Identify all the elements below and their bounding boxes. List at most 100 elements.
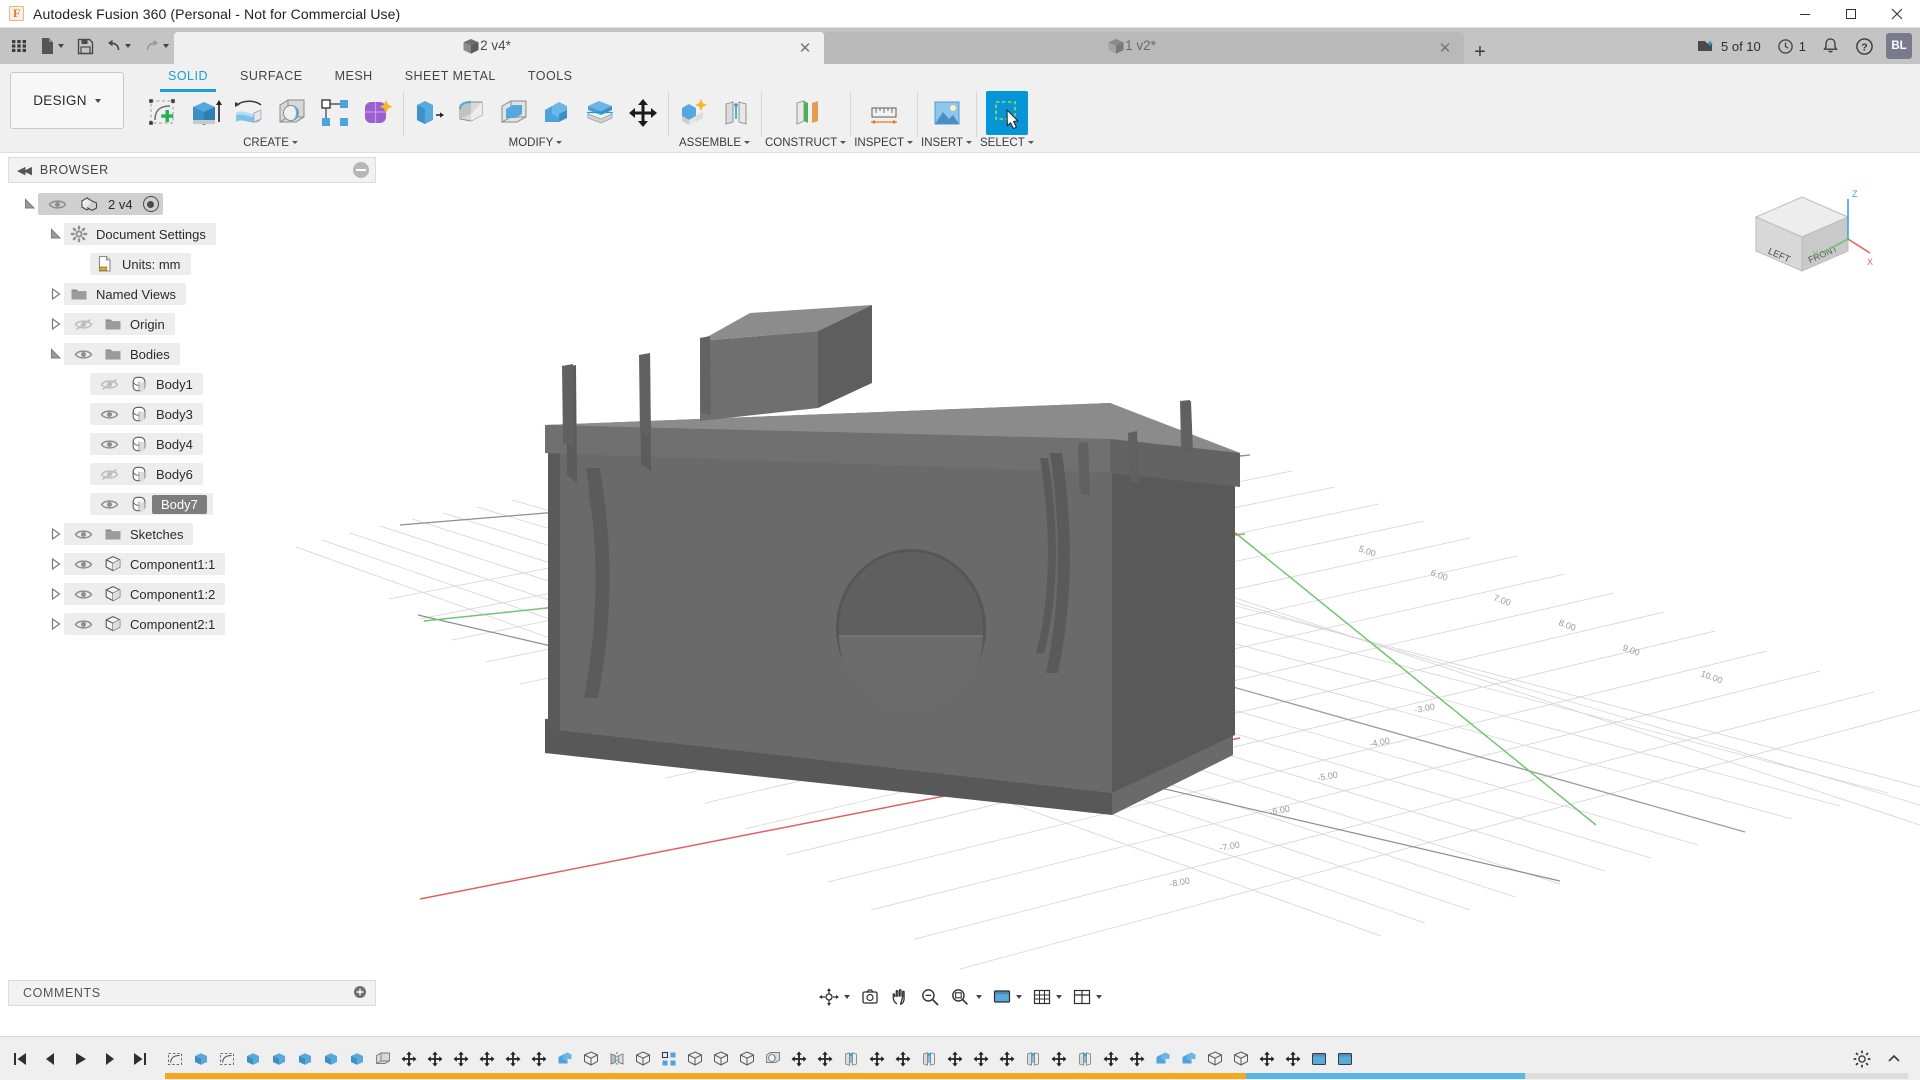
browser-item-pill[interactable]: Document Settings: [64, 223, 216, 245]
timeline-feature-29[interactable]: [916, 1044, 941, 1074]
browser-item-pill[interactable]: Bodies: [64, 343, 180, 365]
select-panel-dropdown[interactable]: SELECT: [980, 135, 1034, 151]
visibility-toggle[interactable]: [96, 429, 122, 459]
timeline-feature-3[interactable]: [240, 1044, 265, 1074]
visibility-toggle[interactable]: [96, 459, 122, 489]
timeline-scrollbar[interactable]: [165, 1073, 1908, 1079]
tree-expanded-arrow-icon[interactable]: [50, 348, 62, 360]
tree-arrow[interactable]: [22, 189, 38, 219]
modify-panel-dropdown[interactable]: MODIFY: [509, 135, 563, 151]
browser-tree-item[interactable]: Units: mm: [8, 249, 376, 279]
joint-button[interactable]: [715, 91, 757, 135]
timeline-feature-43[interactable]: [1280, 1044, 1305, 1074]
browser-item-pill[interactable]: Origin: [64, 313, 175, 335]
eye-hidden-icon[interactable]: [100, 467, 119, 482]
timeline-feature-36[interactable]: [1098, 1044, 1123, 1074]
construct-panel-dropdown[interactable]: CONSTRUCT: [765, 135, 847, 151]
tree-collapsed-arrow-icon[interactable]: [50, 588, 62, 600]
browser-item-pill[interactable]: Body7: [90, 493, 213, 515]
hole-button[interactable]: [271, 91, 313, 135]
browser-item-pill[interactable]: Body4: [90, 433, 203, 455]
eye-visible-icon[interactable]: [74, 587, 93, 602]
visibility-toggle[interactable]: [70, 339, 96, 369]
browser-tree-item[interactable]: Document Settings: [8, 219, 376, 249]
timeline-feature-20[interactable]: [682, 1044, 707, 1074]
browser-item-pill[interactable]: Body1: [90, 373, 203, 395]
pattern-button[interactable]: [314, 91, 356, 135]
timeline-play-button[interactable]: [66, 1044, 94, 1074]
timeline-feature-27[interactable]: [864, 1044, 889, 1074]
app-grid-icon[interactable]: [6, 32, 32, 60]
tree-arrow[interactable]: [48, 579, 64, 609]
create-form-button[interactable]: [357, 91, 399, 135]
timeline-feature-34[interactable]: [1046, 1044, 1071, 1074]
browser-item-pill[interactable]: Named Views: [64, 283, 186, 305]
browser-tree-item[interactable]: Bodies: [8, 339, 376, 369]
tree-collapsed-arrow-icon[interactable]: [50, 618, 62, 630]
split-face-button[interactable]: [579, 91, 621, 135]
document-tab-close-icon[interactable]: ✕: [1436, 39, 1454, 57]
timeline-feature-40[interactable]: [1202, 1044, 1227, 1074]
browser-tree-item[interactable]: Named Views: [8, 279, 376, 309]
timeline-feature-7[interactable]: [344, 1044, 369, 1074]
comments-panel[interactable]: COMMENTS: [8, 980, 376, 1006]
timeline-feature-42[interactable]: [1254, 1044, 1279, 1074]
browser-tree-item[interactable]: Sketches: [8, 519, 376, 549]
timeline-feature-38[interactable]: [1150, 1044, 1175, 1074]
notifications-button[interactable]: [1814, 28, 1847, 64]
timeline-feature-6[interactable]: [318, 1044, 343, 1074]
browser-tree-item[interactable]: Body1: [8, 369, 376, 399]
eye-visible-icon[interactable]: [74, 617, 93, 632]
timeline-feature-26[interactable]: [838, 1044, 863, 1074]
browser-item-pill[interactable]: Component2:1: [64, 613, 226, 635]
browser-tree-item[interactable]: Body6: [8, 459, 376, 489]
visibility-toggle[interactable]: [70, 309, 96, 339]
visibility-toggle[interactable]: [70, 609, 96, 639]
fillet-button[interactable]: [450, 91, 492, 135]
browser-tree-item[interactable]: Body7: [8, 489, 376, 519]
grid-snaps-button[interactable]: [1028, 982, 1066, 1012]
tree-arrow[interactable]: [48, 219, 64, 249]
shell-button[interactable]: [493, 91, 535, 135]
look-at-button[interactable]: [856, 982, 884, 1012]
tree-arrow[interactable]: [48, 519, 64, 549]
undo-icon[interactable]: [100, 32, 136, 60]
timeline-feature-28[interactable]: [890, 1044, 915, 1074]
timeline-feature-39[interactable]: [1176, 1044, 1201, 1074]
move-copy-button[interactable]: [622, 91, 664, 135]
ribbon-tab-sheet-metal[interactable]: SHEET METAL: [389, 67, 512, 89]
avatar[interactable]: BL: [1886, 33, 1912, 59]
timeline-begin-button[interactable]: [6, 1044, 34, 1074]
ribbon-tab-surface[interactable]: SURFACE: [224, 67, 319, 89]
eye-hidden-icon[interactable]: [74, 317, 93, 332]
document-tab-1[interactable]: 1 v2* ✕: [824, 32, 1464, 64]
timeline-feature-8[interactable]: [370, 1044, 395, 1074]
tree-arrow[interactable]: [48, 609, 64, 639]
redo-icon[interactable]: [138, 32, 174, 60]
browser-item-pill[interactable]: Component1:2: [64, 583, 226, 605]
visibility-toggle[interactable]: [70, 579, 96, 609]
timeline-feature-5[interactable]: [292, 1044, 317, 1074]
viewports-button[interactable]: [1068, 982, 1106, 1012]
tree-arrow[interactable]: [48, 279, 64, 309]
browser-item-pill[interactable]: Body3: [90, 403, 203, 425]
timeline-feature-21[interactable]: [708, 1044, 733, 1074]
browser-item-pill[interactable]: Body6: [90, 463, 203, 485]
tree-arrow[interactable]: [48, 309, 64, 339]
visibility-toggle[interactable]: [96, 369, 122, 399]
orbit-button[interactable]: [814, 982, 854, 1012]
timeline-feature-2[interactable]: [214, 1044, 239, 1074]
browser-item-pill[interactable]: Sketches: [64, 523, 194, 545]
browser-tree-item[interactable]: Component2:1: [8, 609, 376, 639]
workspace-selector[interactable]: DESIGN: [10, 72, 124, 129]
create-sketch-button[interactable]: [142, 91, 184, 135]
insert-canvas-button[interactable]: [926, 91, 968, 135]
tree-collapsed-arrow-icon[interactable]: [50, 318, 62, 330]
visibility-toggle[interactable]: [70, 519, 96, 549]
timeline-feature-32[interactable]: [994, 1044, 1019, 1074]
timeline-feature-35[interactable]: [1072, 1044, 1097, 1074]
timeline-settings-button[interactable]: [1848, 1044, 1876, 1074]
tree-collapsed-arrow-icon[interactable]: [50, 558, 62, 570]
timeline-feature-45[interactable]: [1332, 1044, 1357, 1074]
minimize-icon[interactable]: [1782, 0, 1828, 28]
